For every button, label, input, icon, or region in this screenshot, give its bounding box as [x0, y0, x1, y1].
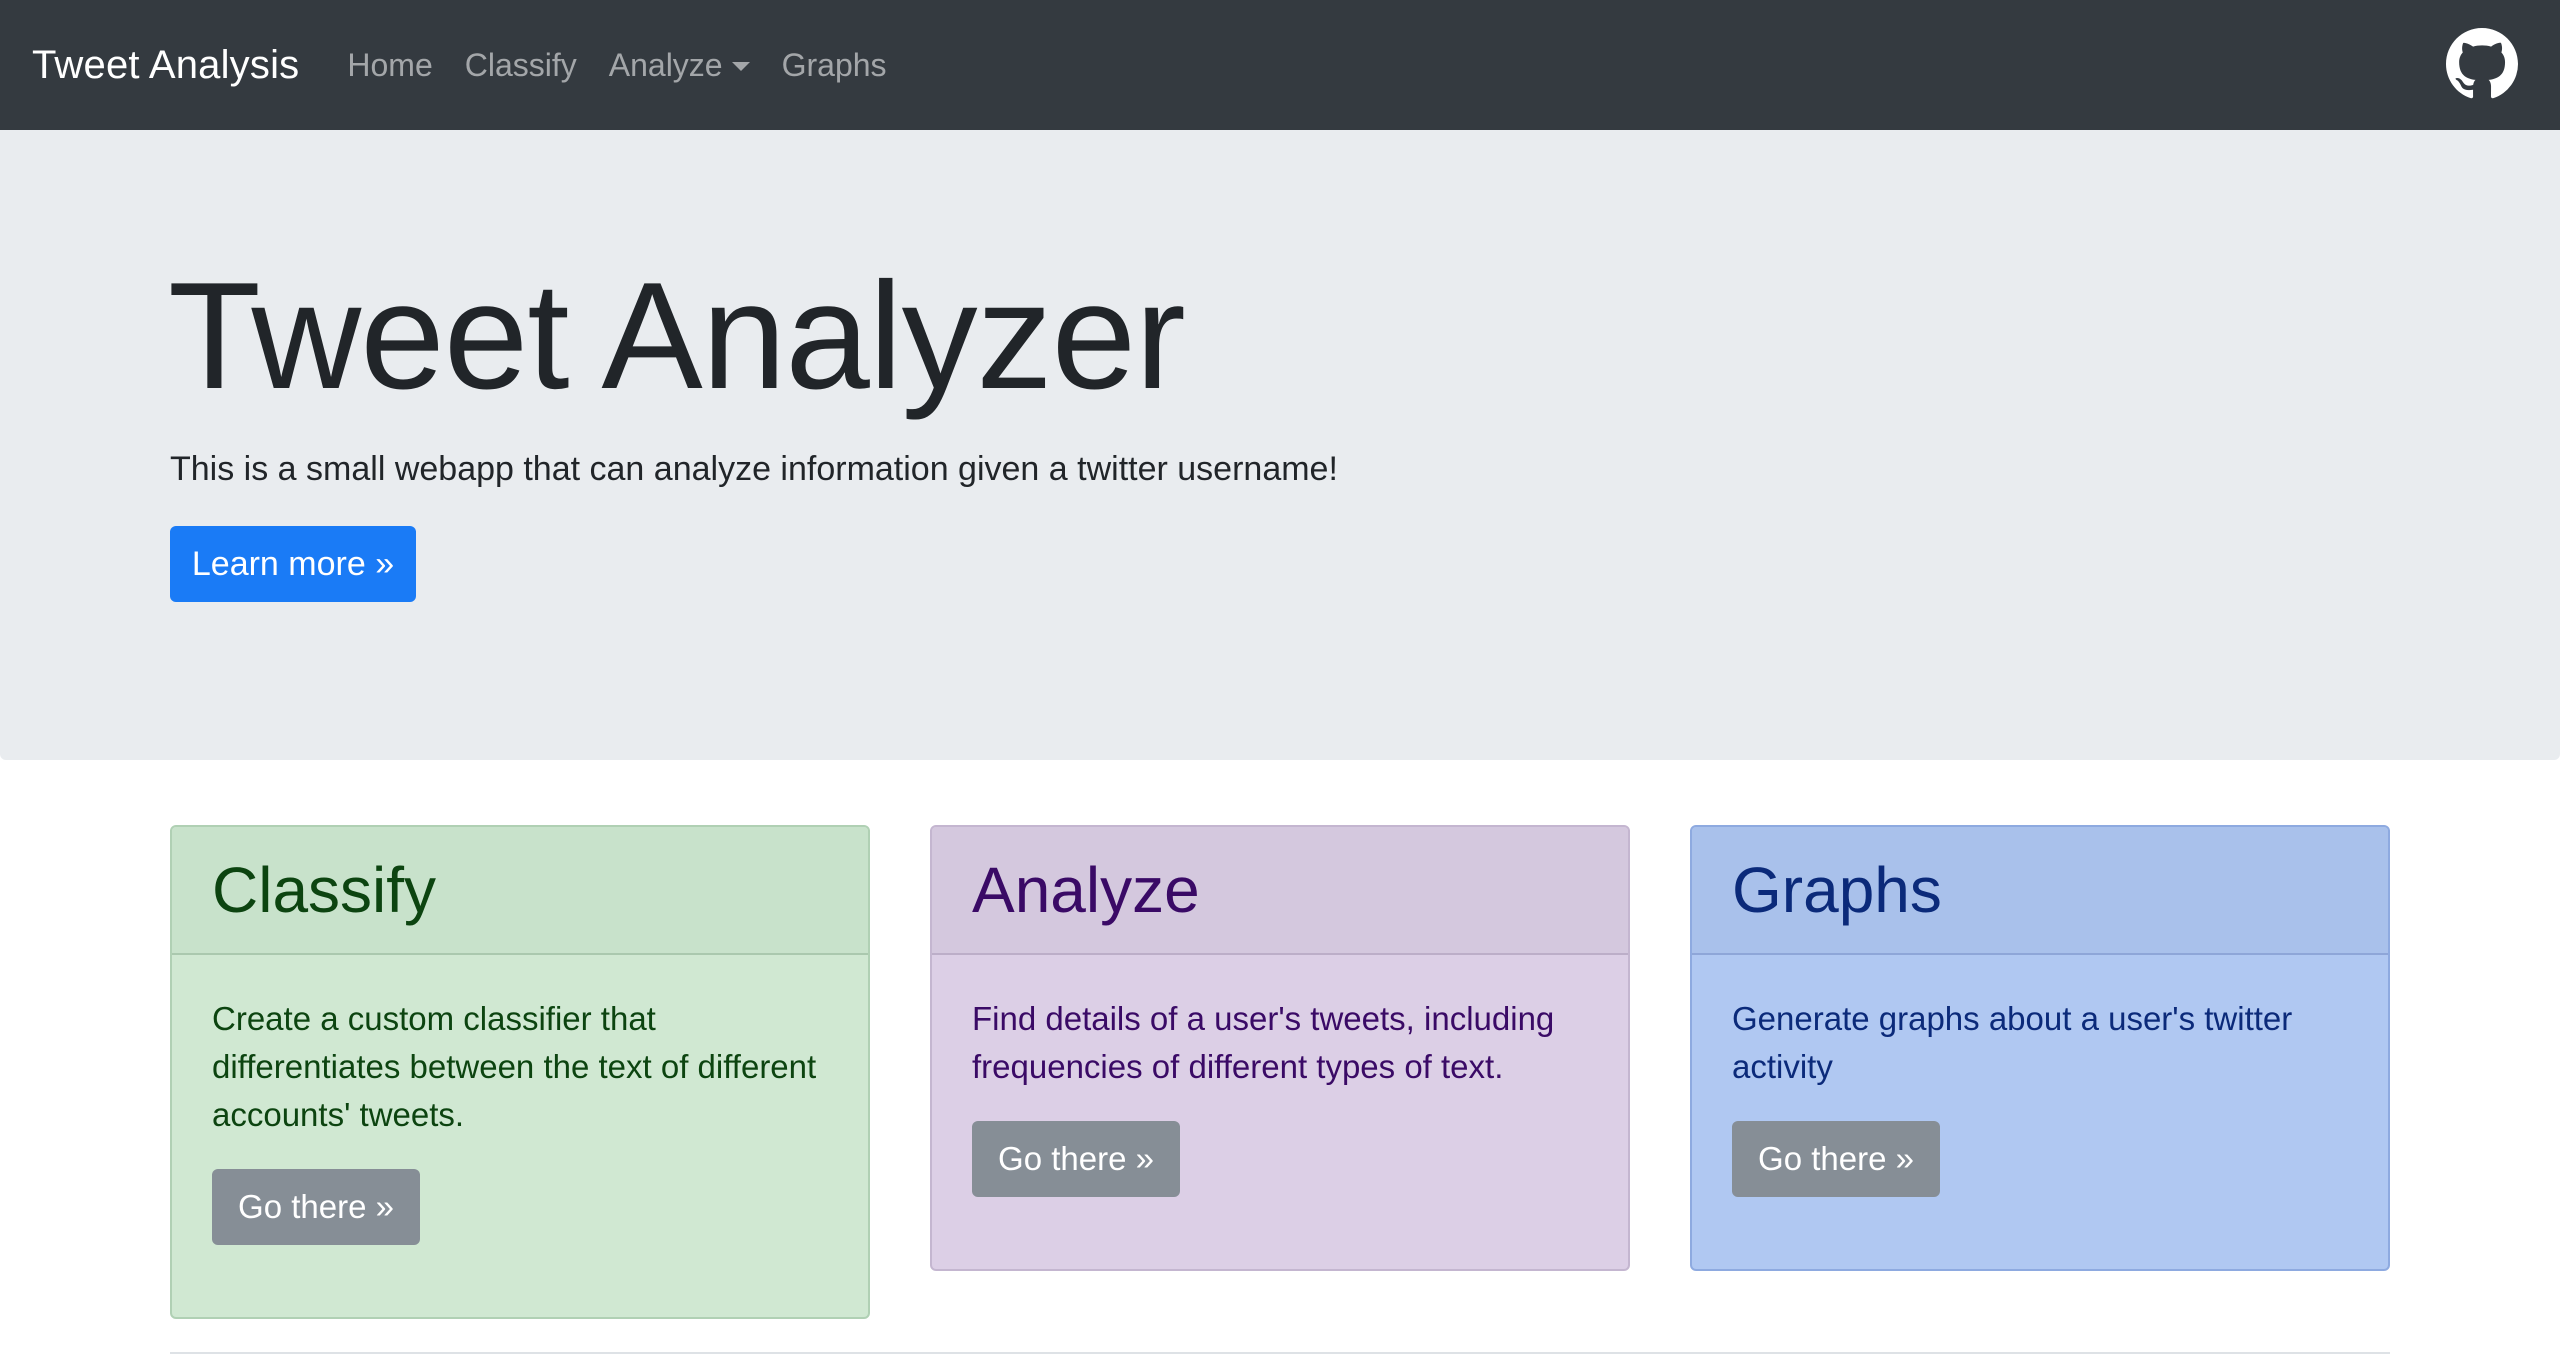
classify-card-text: Create a custom classifier that differen… — [212, 1000, 817, 1133]
analyze-card-header: Analyze — [932, 827, 1628, 955]
nav-dropdown-analyze[interactable]: Analyze — [609, 47, 750, 84]
classify-card: Classify Create a custom classifier that… — [170, 825, 870, 1319]
nav-link-graphs-label: Graphs — [781, 46, 887, 83]
graphs-card: Graphs Generate graphs about a user's tw… — [1690, 825, 2390, 1271]
nav-link-classify[interactable]: Classify — [465, 47, 577, 84]
nav-link-classify-label: Classify — [464, 46, 577, 83]
graphs-card-text: Generate graphs about a user's twitter a… — [1732, 1000, 2293, 1085]
analyze-go-there-label: Go there » — [998, 1140, 1154, 1177]
nav-link-analyze-label: Analyze — [608, 46, 723, 83]
github-icon[interactable] — [2446, 28, 2518, 100]
chevron-down-icon — [731, 61, 750, 71]
learn-more-button[interactable]: Learn more » — [170, 526, 416, 602]
classify-card-header: Classify — [172, 827, 868, 955]
classify-go-there-button[interactable]: Go there » — [212, 1169, 420, 1245]
nav-link-graphs[interactable]: Graphs — [782, 47, 887, 84]
graphs-go-there-button[interactable]: Go there » — [1732, 1121, 1940, 1197]
learn-more-button-label: Learn more » — [191, 544, 395, 583]
classify-go-there-label: Go there » — [238, 1188, 394, 1225]
graphs-card-header: Graphs — [1692, 827, 2388, 955]
jumbotron: Tweet Analyzer This is a small webapp th… — [0, 130, 2560, 760]
page-title: Tweet Analyzer — [168, 251, 1186, 421]
nav-links: Home Classify Analyze Graphs — [347, 47, 918, 84]
analyze-card-body: Find details of a user's tweets, includi… — [932, 955, 1628, 1197]
analyze-card-text: Find details of a user's tweets, includi… — [972, 1000, 1555, 1085]
analyze-go-there-button[interactable]: Go there » — [972, 1121, 1180, 1197]
navbar-brand[interactable]: Tweet Analysis — [32, 43, 299, 88]
nav-link-home[interactable]: Home — [347, 47, 432, 84]
nav-link-home-label: Home — [347, 46, 433, 83]
jumbotron-lead: This is a small webapp that can analyze … — [170, 450, 1338, 488]
analyze-card: Analyze Find details of a user's tweets,… — [930, 825, 1630, 1271]
top-navbar: Tweet Analysis Home Classify Analyze Gra… — [0, 0, 2560, 130]
classify-card-body: Create a custom classifier that differen… — [172, 955, 868, 1245]
graphs-card-body: Generate graphs about a user's twitter a… — [1692, 955, 2388, 1197]
graphs-go-there-label: Go there » — [1758, 1140, 1914, 1177]
